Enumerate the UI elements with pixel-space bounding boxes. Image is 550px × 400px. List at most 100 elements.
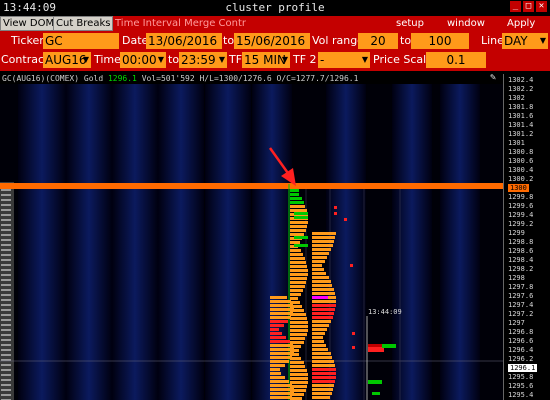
left-label-mark xyxy=(1,309,11,311)
pencil-icon[interactable]: ✎ xyxy=(490,73,500,83)
price-tick: 1302 xyxy=(508,94,525,102)
contract-select[interactable]: AUG16 ▼ xyxy=(43,52,91,68)
cluster-cell xyxy=(290,301,300,304)
time-from-select[interactable]: 00:00 ▼ xyxy=(120,52,166,68)
vol-from-input[interactable]: 20 xyxy=(358,33,398,49)
left-label-mark xyxy=(1,349,11,351)
cluster-cell xyxy=(312,272,326,275)
instrument-label: GC(AUG16)(COMEX) Gold xyxy=(2,74,108,83)
tf-label: TF xyxy=(229,53,243,66)
cluster-cell xyxy=(290,381,308,384)
apply-button[interactable]: Apply xyxy=(507,17,535,30)
cluster-cell xyxy=(312,304,336,307)
left-label-mark xyxy=(1,374,11,376)
cluster-cell xyxy=(312,292,335,295)
cluster-chart-svg: 13:44:09 xyxy=(0,84,503,400)
cluster-cell xyxy=(290,317,307,320)
left-label-mark xyxy=(1,254,11,256)
price-tick: 1299 xyxy=(508,229,525,237)
cluster-cell xyxy=(270,332,282,335)
price-axis[interactable]: 1302.4 1302.2 1302 1301.8 1301.6 1301.4 1301.2… xyxy=(503,74,550,400)
price-tick: 1300.8 xyxy=(508,148,534,156)
left-label-mark xyxy=(1,269,11,271)
price-tick: 1299.6 xyxy=(508,202,534,210)
left-label-mark xyxy=(1,364,11,366)
vol-to-value: 100 xyxy=(428,34,452,48)
window-title: cluster profile xyxy=(225,1,325,14)
current-column-time: 13:44:09 xyxy=(368,308,402,316)
cluster-cell xyxy=(290,225,307,228)
price-tick: 1297.2 xyxy=(508,310,534,318)
view-dom-button[interactable]: View DOM xyxy=(0,16,58,31)
window-menu[interactable]: window xyxy=(447,17,485,30)
cluster-cell xyxy=(312,344,326,347)
cluster-cell xyxy=(312,332,325,335)
instrument-info: GC(AUG16)(COMEX) Gold 1296.1 Vol=501'592… xyxy=(2,74,358,83)
price-tick: 1300.2 xyxy=(508,175,534,183)
left-label-mark xyxy=(1,379,11,381)
contract-value: AUG16 xyxy=(45,53,87,67)
sell-cell xyxy=(352,332,355,335)
left-label-mark xyxy=(1,234,11,236)
left-label-mark xyxy=(1,339,11,341)
cluster-cell xyxy=(312,252,329,255)
left-label-mark xyxy=(1,219,11,221)
cluster-chart[interactable]: 13:44:09 xyxy=(0,84,503,400)
cluster-cell xyxy=(290,233,304,236)
cut-breaks-button[interactable]: Cut Breaks xyxy=(53,16,114,31)
left-label-mark xyxy=(1,389,11,391)
tf-select[interactable]: 15 MIN ▼ xyxy=(242,52,290,68)
time-interval-merge-button[interactable]: Time Interval Merge Contr xyxy=(115,17,246,30)
price-tick: 1296.4 xyxy=(508,346,534,354)
cluster-cell xyxy=(270,340,290,343)
minimize-button[interactable]: _ xyxy=(510,1,521,12)
date-to-input[interactable]: 15/06/2016 xyxy=(234,33,310,49)
sell-cell xyxy=(344,218,347,221)
date-from-value: 13/06/2016 xyxy=(148,34,218,48)
cluster-cell xyxy=(270,300,291,303)
left-label-mark xyxy=(1,244,11,246)
left-label-mark xyxy=(1,384,11,386)
cluster-cell xyxy=(290,209,307,212)
time-to-select[interactable]: 23:59 ▼ xyxy=(179,52,227,68)
cluster-cell xyxy=(312,348,328,351)
cluster-cell xyxy=(270,392,294,395)
cluster-cell xyxy=(312,280,331,283)
cluster-cell xyxy=(290,329,308,332)
ticker-value: GC xyxy=(45,34,63,48)
setup-menu[interactable]: setup xyxy=(396,17,424,30)
price-scale-input[interactable]: 0.1 xyxy=(426,52,486,68)
cluster-cell xyxy=(312,368,336,371)
cluster-cell xyxy=(290,361,304,364)
price-tick: 1300.6 xyxy=(508,157,534,165)
price-scale-label: Price Scale xyxy=(373,53,433,66)
cluster-cell xyxy=(312,340,324,343)
cluster-cell xyxy=(270,348,294,351)
cluster-cell xyxy=(290,281,306,284)
close-button[interactable]: ✕ xyxy=(536,1,547,12)
cluster-cell xyxy=(290,205,305,208)
ticker-input[interactable]: GC xyxy=(43,33,119,49)
line-select[interactable]: DAY ▼ xyxy=(502,33,548,49)
maximize-button[interactable]: □ xyxy=(523,1,534,12)
left-label-mark xyxy=(1,344,11,346)
cluster-cell xyxy=(290,293,301,296)
cluster-cell xyxy=(270,296,287,299)
sell-cell xyxy=(352,346,355,349)
vol-to-input[interactable]: 100 xyxy=(411,33,469,49)
price-tick: 1299.2 xyxy=(508,220,534,228)
price-tick: 1297.6 xyxy=(508,292,534,300)
tf2-select[interactable]: - ▼ xyxy=(318,52,370,68)
vol-from-value: 20 xyxy=(370,34,386,48)
cluster-cell xyxy=(290,385,307,388)
price-tick: 1297.4 xyxy=(508,301,534,309)
date-from-input[interactable]: 13/06/2016 xyxy=(146,33,222,49)
price-tick: 1295.8 xyxy=(508,373,534,381)
cluster-cell xyxy=(290,269,308,272)
cluster-cell xyxy=(312,312,334,315)
ticker-label: Ticker xyxy=(11,34,44,47)
cluster-cell xyxy=(290,189,299,192)
cluster-cell xyxy=(312,316,333,319)
cluster-cell xyxy=(290,241,300,244)
cluster-cell xyxy=(312,356,332,359)
